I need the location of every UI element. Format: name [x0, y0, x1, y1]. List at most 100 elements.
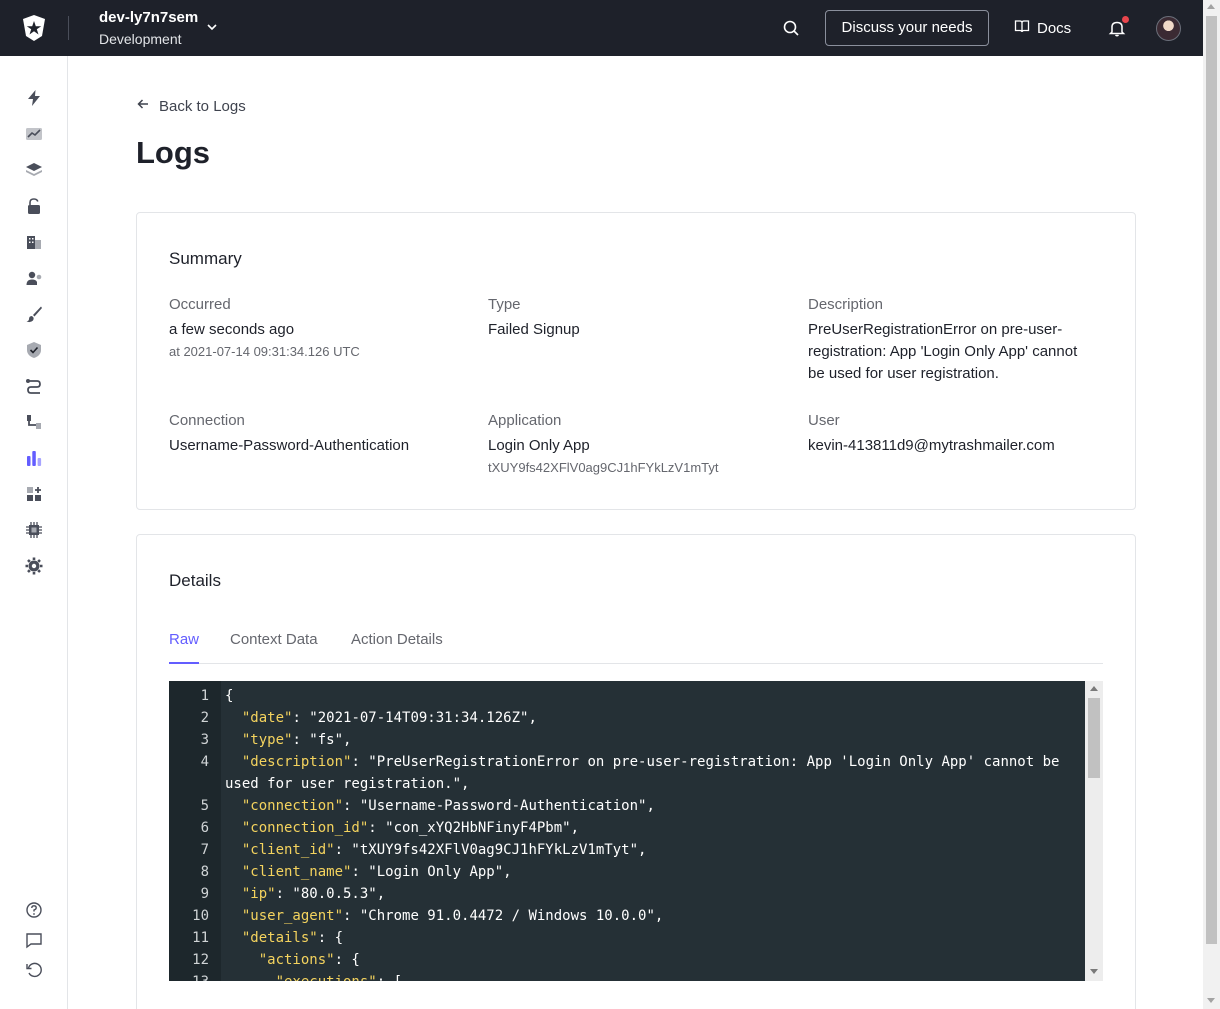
json-key: "details" [241, 930, 318, 946]
code-text: "details": { [225, 927, 343, 949]
line-number: 10 [192, 908, 209, 924]
line-number: 12 [192, 952, 209, 968]
type-value: Failed Signup [488, 321, 580, 338]
type-label: Type [488, 296, 521, 313]
scrollbar-thumb[interactable] [1206, 16, 1217, 944]
book-icon [1014, 18, 1030, 38]
tab-context-data[interactable]: Context Data [230, 631, 318, 663]
json-value: : "fs", [292, 732, 352, 748]
pipeline-icon[interactable] [24, 412, 44, 432]
scroll-down-arrow[interactable] [1207, 998, 1215, 1003]
code-text: { [225, 685, 233, 707]
line-number: 7 [200, 842, 209, 858]
line-number: 11 [192, 930, 209, 946]
bolt-icon[interactable] [24, 88, 44, 108]
tab-raw[interactable]: Raw [169, 631, 200, 664]
chip-icon[interactable] [24, 520, 44, 540]
code-scroll-down-arrow[interactable] [1090, 969, 1098, 974]
json-key: "connection_id" [241, 820, 369, 836]
json-value: : "80.0.5.3", [275, 886, 386, 902]
tab-action-details[interactable]: Action Details [351, 631, 443, 663]
code-text: "connection_id": "con_xYQ2HbNFinyF4Pbm", [225, 817, 579, 839]
tenant-environment[interactable]: Development [99, 31, 182, 47]
topbar-divider [68, 16, 69, 40]
chat-icon[interactable] [24, 930, 44, 950]
json-value: : [ [377, 974, 402, 981]
activity-chart-icon[interactable] [24, 124, 44, 144]
line-number: 2 [200, 710, 209, 726]
scroll-up-arrow[interactable] [1207, 4, 1215, 9]
notification-badge [1122, 16, 1129, 23]
description-label: Description [808, 296, 884, 313]
lock-icon[interactable] [24, 196, 44, 216]
user-value: kevin-413811d9@mytrashmailer.com [808, 437, 1055, 454]
details-card: Details Raw Context Data Action Details … [136, 534, 1136, 1009]
user-label: User [808, 412, 840, 429]
sidebar [0, 56, 68, 1009]
json-key: "date" [241, 710, 293, 726]
occurred-value: a few seconds ago [169, 321, 295, 338]
json-value: : "tXUY9fs42XFlV0ag9CJ1hFYkLzV1mTyt", [334, 842, 647, 858]
code-text: "ip": "80.0.5.3", [225, 883, 385, 905]
flows-icon[interactable] [24, 376, 44, 396]
top-navigation-bar: dev-ly7n7sem Development Discuss your ne… [0, 0, 1203, 56]
line-number: 13 [169, 971, 209, 981]
code-scroll-up-arrow[interactable] [1090, 686, 1098, 691]
code-scrollbar-thumb[interactable] [1088, 698, 1100, 778]
back-to-logs-label: Back to Logs [159, 97, 246, 115]
summary-title: Summary [169, 249, 242, 268]
details-tabs: Raw Context Data Action Details [169, 631, 1103, 664]
monitoring-bar-icon[interactable] [24, 448, 44, 468]
json-value: : { [334, 952, 360, 968]
json-value: used for user registration.", [225, 776, 470, 792]
line-number: 9 [200, 886, 209, 902]
layers-icon[interactable] [24, 160, 44, 180]
arrow-left-icon [136, 97, 150, 115]
docs-link[interactable]: Docs [1014, 18, 1071, 38]
avatar[interactable] [1156, 16, 1181, 41]
occurred-timestamp: at 2021-07-14 09:31:34.126 UTC [169, 344, 360, 359]
code-text: "description": "PreUserRegistrationError… [225, 751, 1060, 773]
code-scrollbar[interactable] [1085, 681, 1103, 981]
code-text: "client_name": "Login Only App", [225, 861, 512, 883]
marketplace-icon[interactable] [24, 484, 44, 504]
gear-icon[interactable] [24, 556, 44, 576]
user-management-icon[interactable] [24, 268, 44, 288]
code-text: "type": "fs", [225, 729, 352, 751]
code-text: "date": "2021-07-14T09:31:34.126Z", [225, 707, 537, 729]
code-text: used for user registration.", [225, 773, 469, 795]
json-value: : "PreUserRegistrationError on pre-user-… [351, 754, 1060, 770]
json-value: : "2021-07-14T09:31:34.126Z", [292, 710, 537, 726]
json-key: "actions" [258, 952, 335, 968]
search-icon[interactable] [780, 17, 802, 39]
history-icon[interactable] [24, 960, 44, 980]
line-number: 5 [200, 798, 209, 814]
help-icon[interactable] [24, 900, 44, 920]
description-value: PreUserRegistrationError on pre-user-reg… [808, 321, 1078, 382]
raw-json-viewer[interactable]: 1 {2 "date": "2021-07-14T09:31:34.126Z", 3… [169, 681, 1103, 981]
json-value: { [225, 688, 234, 704]
organizations-icon[interactable] [24, 232, 44, 252]
application-value: Login Only App [488, 437, 590, 454]
json-value: : "con_xYQ2HbNFinyF4Pbm", [368, 820, 580, 836]
chevron-down-icon[interactable] [205, 20, 219, 34]
discuss-your-needs-button[interactable]: Discuss your needs [825, 10, 989, 46]
application-label: Application [488, 412, 562, 429]
tenant-name[interactable]: dev-ly7n7sem [99, 9, 198, 26]
connection-value: Username-Password-Authentication [169, 437, 410, 454]
occurred-label: Occurred [169, 296, 231, 313]
brush-icon[interactable] [24, 304, 44, 324]
shield-icon[interactable] [24, 340, 44, 360]
page-scrollbar[interactable] [1203, 0, 1220, 1009]
back-to-logs-link[interactable]: Back to Logs [136, 97, 246, 115]
auth0-logo-icon[interactable] [20, 14, 48, 42]
